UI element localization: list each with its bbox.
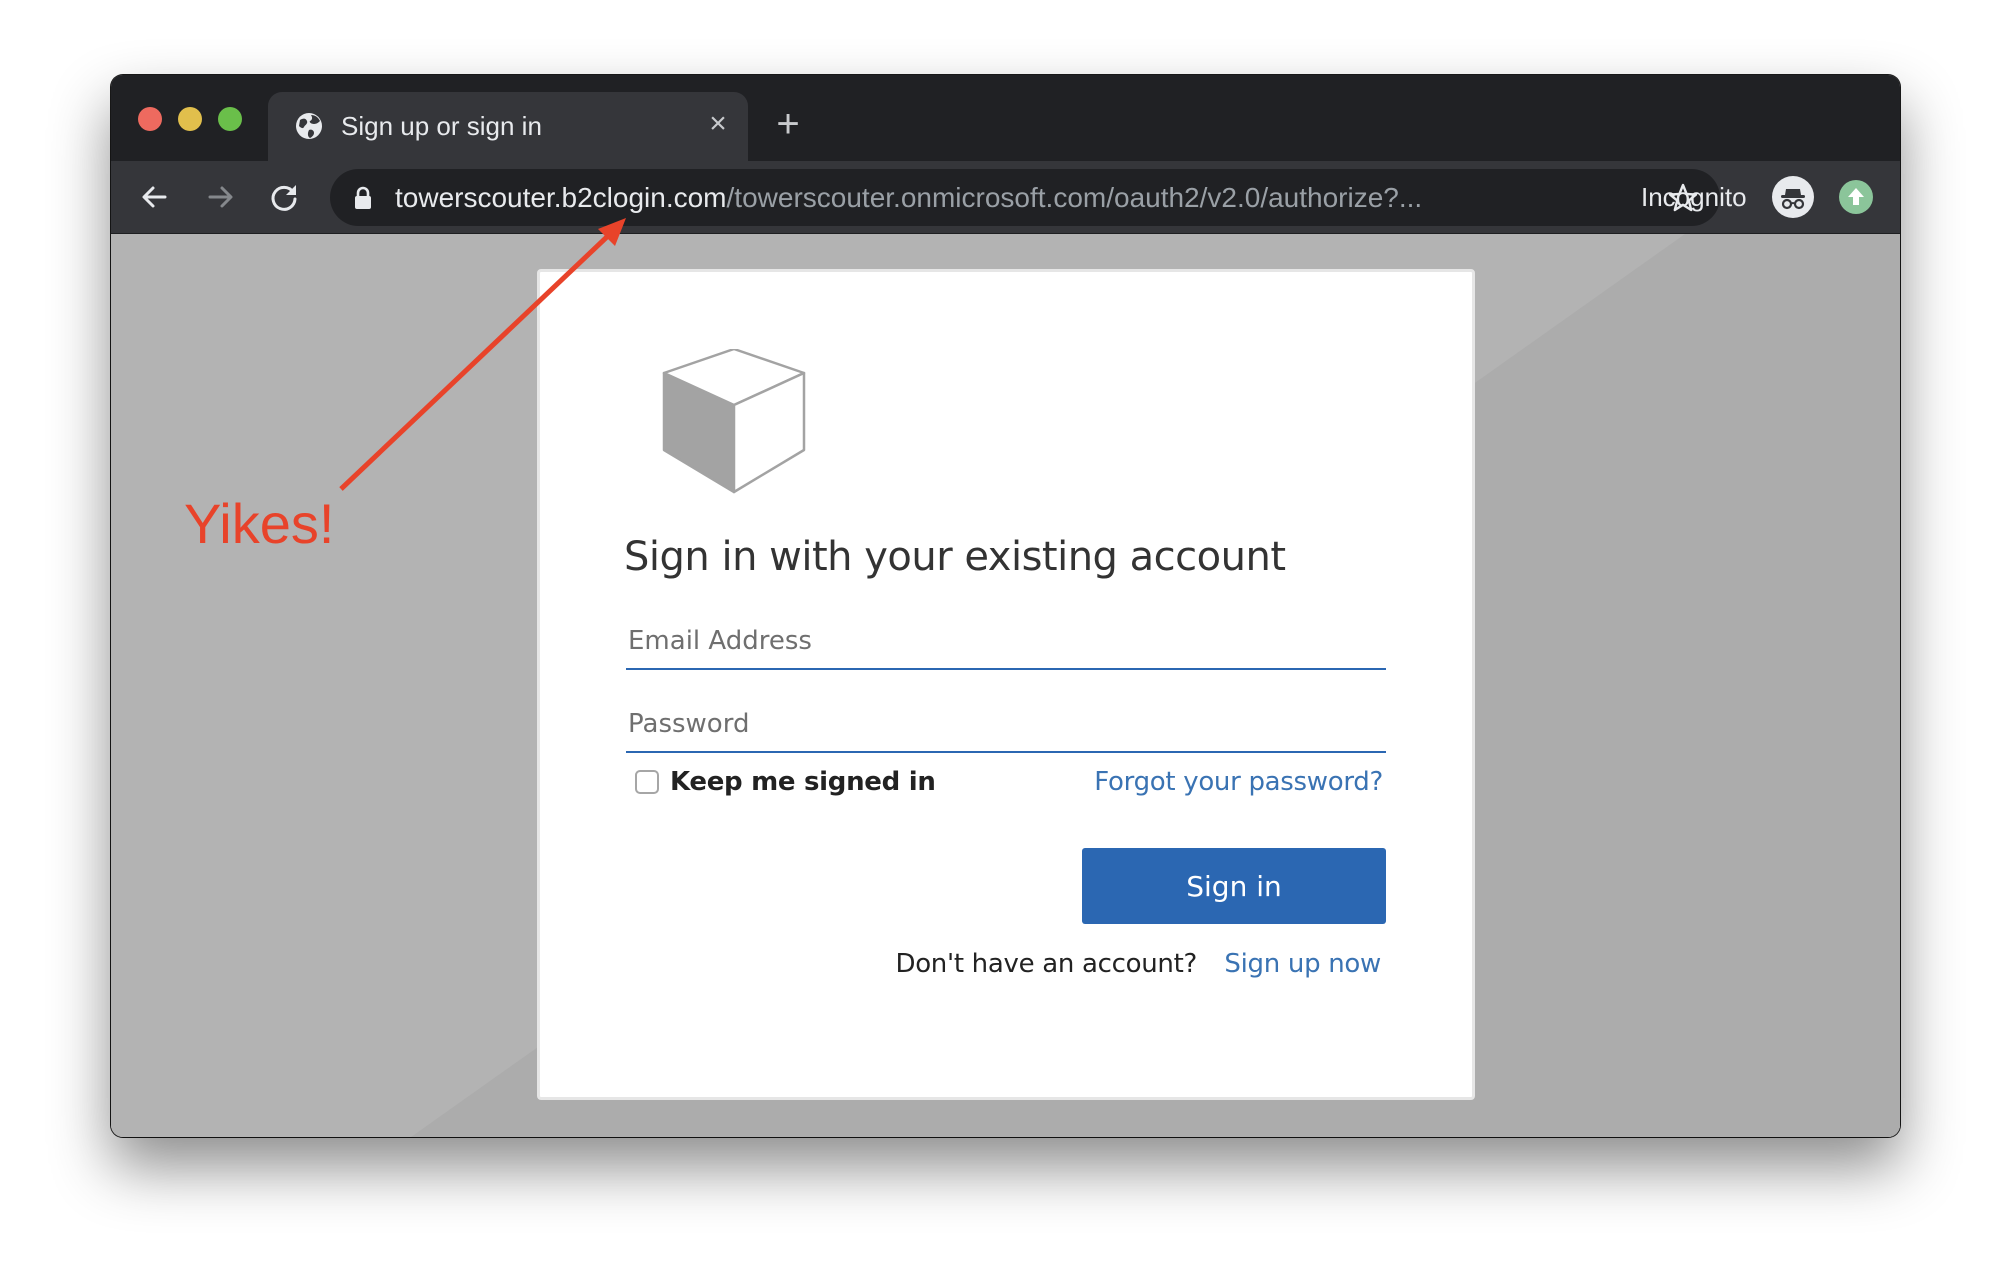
forward-arrow-icon[interactable]	[200, 177, 240, 217]
sign-in-button[interactable]: Sign in	[1082, 848, 1386, 924]
url-host: towerscouter.b2clogin.com	[395, 182, 727, 213]
new-tab-button[interactable]: +	[771, 104, 805, 144]
url-text[interactable]: towerscouter.b2clogin.com/towerscouter.o…	[395, 178, 1422, 218]
no-account-text: Don't have an account?	[895, 949, 1197, 979]
keep-signed-in-checkbox[interactable]	[635, 770, 659, 794]
browser-window: Sign up or sign in × + towerscouter.b2cl…	[111, 75, 1900, 1137]
up-arrow-icon	[1848, 188, 1864, 205]
keep-signed-in-label[interactable]: Keep me signed in	[670, 762, 936, 802]
incognito-label[interactable]: Incognito	[1641, 181, 1747, 213]
minimize-window-button[interactable]	[178, 107, 202, 131]
tab-sign-up-or-sign-in[interactable]: Sign up or sign in ×	[268, 92, 748, 162]
cube-logo-icon	[662, 349, 806, 494]
sign-up-link[interactable]: Sign up now	[1224, 944, 1381, 984]
browser-toolbar: towerscouter.b2clogin.com/towerscouter.o…	[111, 161, 1900, 234]
lock-icon[interactable]	[353, 186, 373, 210]
address-bar[interactable]: towerscouter.b2clogin.com/towerscouter.o…	[330, 169, 1720, 226]
sign-in-card: Sign in with your existing account Keep …	[537, 269, 1475, 1100]
reload-icon[interactable]	[264, 177, 304, 217]
email-field[interactable]	[626, 614, 1386, 670]
password-field[interactable]	[626, 697, 1386, 753]
close-tab-icon[interactable]: ×	[701, 107, 735, 141]
close-window-button[interactable]	[138, 107, 162, 131]
tab-title: Sign up or sign in	[341, 111, 542, 141]
incognito-hat-glasses-icon	[1781, 189, 1805, 210]
zoom-window-button[interactable]	[218, 107, 242, 131]
update-available-icon[interactable]	[1839, 180, 1873, 214]
back-arrow-icon[interactable]	[135, 177, 175, 217]
forgot-password-link[interactable]: Forgot your password?	[1094, 762, 1383, 802]
annotation-label: Yikes!	[184, 492, 335, 555]
page-content: Sign in with your existing account Keep …	[111, 234, 1900, 1137]
page-heading: Sign in with your existing account	[624, 534, 1286, 580]
globe-icon	[296, 113, 322, 139]
title-bar: Sign up or sign in × +	[111, 75, 1900, 162]
url-path: /towerscouter.onmicrosoft.com/oauth2/v2.…	[726, 182, 1423, 213]
incognito-icon[interactable]	[1772, 176, 1814, 218]
